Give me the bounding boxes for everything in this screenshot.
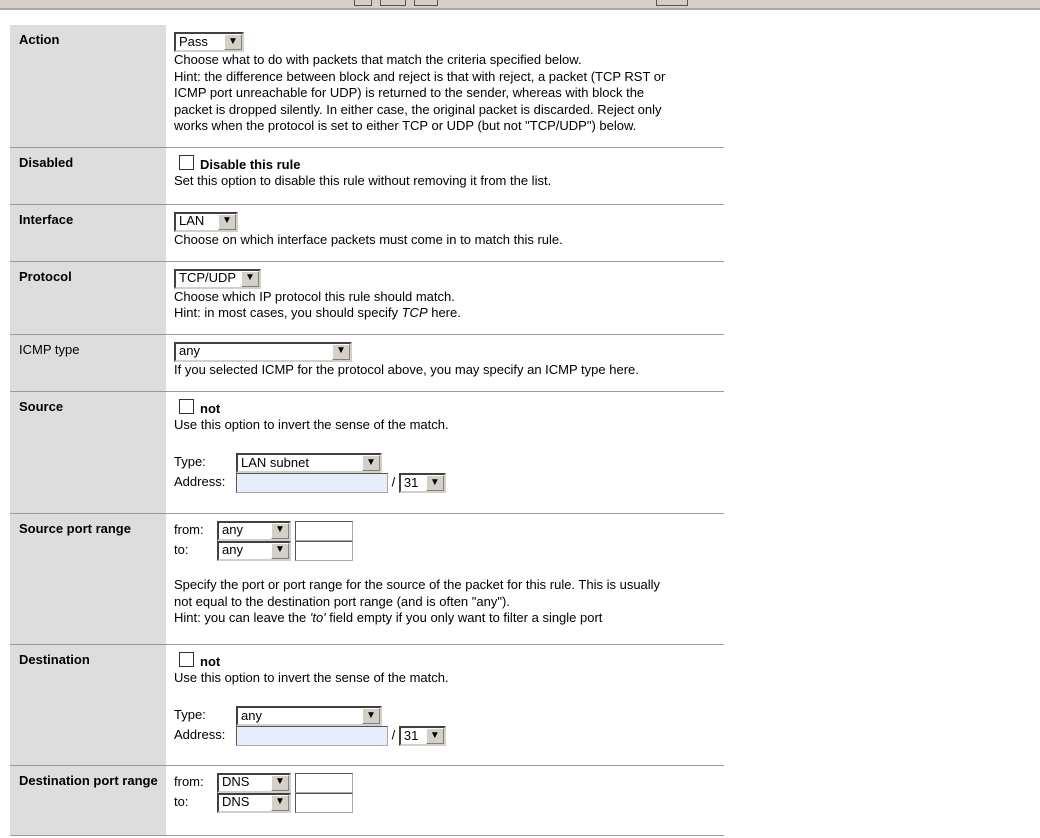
rule-form: Action Pass ▼ Choose what to do with pack… xyxy=(10,25,724,836)
row-source: Source not Use this option to invert the… xyxy=(10,391,724,514)
label: Action xyxy=(10,25,166,148)
chevron-down-icon: ▼ xyxy=(224,34,242,50)
destination-address-input[interactable] xyxy=(236,726,388,746)
toolbar-button[interactable] xyxy=(656,0,688,6)
disable-checkbox[interactable] xyxy=(179,154,194,170)
toolbar-button[interactable] xyxy=(354,0,372,6)
chevron-down-icon: ▼ xyxy=(271,522,289,539)
label: Destination port range xyxy=(10,765,166,836)
row-destination-port: Destination port range from: DNS ▼ to: DNS ▼ xyxy=(10,765,724,836)
source-mask-select[interactable]: 31 ▼ xyxy=(398,473,446,493)
destination-type-select[interactable]: any ▼ xyxy=(236,706,382,726)
dest-port-from-input[interactable] xyxy=(294,772,353,793)
source-port-to-select[interactable]: any ▼ xyxy=(217,540,291,561)
destination-not-checkbox[interactable] xyxy=(179,651,194,667)
row-interface: Interface LAN ▼ Choose on which interface… xyxy=(10,204,724,262)
chevron-down-icon: ▼ xyxy=(425,728,444,744)
chevron-down-icon: ▼ xyxy=(425,475,444,491)
destination-mask-select[interactable]: 31 ▼ xyxy=(398,726,446,746)
source-port-to-input[interactable] xyxy=(294,540,353,561)
protocol-select[interactable]: TCP/UDP ▼ xyxy=(174,268,261,289)
label: Protocol xyxy=(10,261,166,335)
dest-port-from-select[interactable]: DNS ▼ xyxy=(217,772,291,793)
checkbox-label: Disable this rule xyxy=(200,156,301,172)
source-port-from-input[interactable] xyxy=(294,520,353,541)
chevron-down-icon: ▼ xyxy=(362,708,380,724)
top-toolbar xyxy=(0,0,1040,10)
label: ICMP type xyxy=(10,334,166,392)
toolbar-button[interactable] xyxy=(380,0,406,6)
label: Disabled xyxy=(10,147,166,205)
dest-port-to-input[interactable] xyxy=(294,792,353,813)
source-address-input[interactable] xyxy=(236,473,388,493)
label: Interface xyxy=(10,204,166,262)
row-destination: Destination not Use this option to inver… xyxy=(10,644,724,766)
chevron-down-icon: ▼ xyxy=(271,794,289,811)
interface-select[interactable]: LAN ▼ xyxy=(174,211,238,232)
chevron-down-icon: ▼ xyxy=(362,455,380,471)
source-not-checkbox[interactable] xyxy=(179,398,194,414)
toolbar-button[interactable] xyxy=(414,0,438,6)
dest-port-to-select[interactable]: DNS ▼ xyxy=(217,792,291,813)
row-icmp: ICMP type any ▼ If you selected ICMP for … xyxy=(10,334,724,392)
icmp-type-select[interactable]: any ▼ xyxy=(174,341,352,362)
label: Destination xyxy=(10,644,166,766)
chevron-down-icon: ▼ xyxy=(271,774,289,791)
chevron-down-icon: ▼ xyxy=(271,542,289,559)
source-type-select[interactable]: LAN subnet ▼ xyxy=(236,453,382,473)
action-select[interactable]: Pass ▼ xyxy=(174,32,244,52)
row-source-port: Source port range from: any ▼ to: any ▼ Spec… xyxy=(10,513,724,645)
source-port-from-select[interactable]: any ▼ xyxy=(217,520,291,541)
label: Source xyxy=(10,391,166,514)
row-protocol: Protocol TCP/UDP ▼ Choose which IP protoc… xyxy=(10,261,724,335)
chevron-down-icon: ▼ xyxy=(241,270,259,287)
row-action: Action Pass ▼ Choose what to do with pack… xyxy=(10,25,724,148)
row-disabled: Disabled Disable this rule Set this opti… xyxy=(10,147,724,205)
chevron-down-icon: ▼ xyxy=(218,213,236,230)
label: Source port range xyxy=(10,513,166,645)
chevron-down-icon: ▼ xyxy=(332,343,350,360)
